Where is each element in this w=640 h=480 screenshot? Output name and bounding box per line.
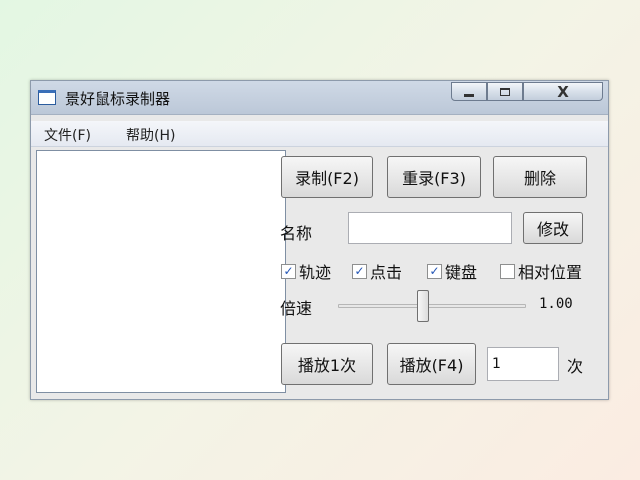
checkmark-icon: ✓ [429, 264, 440, 278]
minimize-icon [464, 93, 474, 97]
checkmark-icon: ✓ [354, 264, 365, 278]
checkbox-click[interactable]: ✓ [352, 263, 367, 279]
app-icon [38, 90, 56, 105]
record-button[interactable]: 录制(F2) [281, 156, 373, 198]
speed-label: 倍速 [280, 299, 313, 318]
maximize-icon [500, 87, 510, 96]
minimize-button[interactable] [451, 82, 487, 101]
speed-slider-track[interactable] [338, 304, 526, 308]
checkbox-relative-position[interactable] [500, 263, 515, 279]
checkmark-icon: ✓ [283, 264, 294, 278]
title-bar[interactable]: 景好鼠标录制器 X [31, 81, 608, 115]
menu-file[interactable]: 文件(F) [44, 125, 91, 145]
option-keyboard-label: 键盘 [445, 263, 478, 282]
rename-button[interactable]: 修改 [523, 212, 583, 244]
recording-list[interactable] [36, 150, 286, 393]
menu-help[interactable]: 帮助(H) [126, 125, 175, 145]
play-button[interactable]: 播放(F4) [387, 343, 476, 385]
name-input[interactable] [348, 212, 512, 244]
option-track[interactable]: ✓ 轨迹 [281, 259, 331, 283]
maximize-button[interactable] [487, 82, 523, 101]
app-window: 景好鼠标录制器 X 文件(F) 帮助(H) 录制(F2) 重录(F3) 删除 名… [30, 80, 609, 400]
option-relative-position-label: 相对位置 [518, 263, 583, 282]
speed-value: 1.00 [539, 296, 573, 312]
rerecord-button[interactable]: 重录(F3) [387, 156, 481, 198]
play-once-button[interactable]: 播放1次 [281, 343, 373, 385]
option-click-label: 点击 [370, 263, 403, 282]
repeat-unit-label: 次 [567, 357, 584, 376]
speed-slider-thumb[interactable] [417, 290, 429, 322]
option-keyboard[interactable]: ✓ 键盘 [427, 259, 477, 283]
option-track-label: 轨迹 [299, 263, 332, 282]
name-label: 名称 [280, 224, 313, 243]
close-icon: X [557, 82, 569, 101]
checkbox-track[interactable]: ✓ [281, 263, 296, 279]
close-button[interactable]: X [523, 82, 603, 101]
window-title: 景好鼠标录制器 [65, 90, 171, 108]
option-click[interactable]: ✓ 点击 [352, 259, 402, 283]
menu-bar: 文件(F) 帮助(H) [31, 121, 608, 147]
checkbox-keyboard[interactable]: ✓ [427, 263, 442, 279]
repeat-count-input[interactable] [487, 347, 559, 381]
delete-button[interactable]: 删除 [493, 156, 587, 198]
option-relative-position[interactable]: 相对位置 [500, 259, 582, 283]
